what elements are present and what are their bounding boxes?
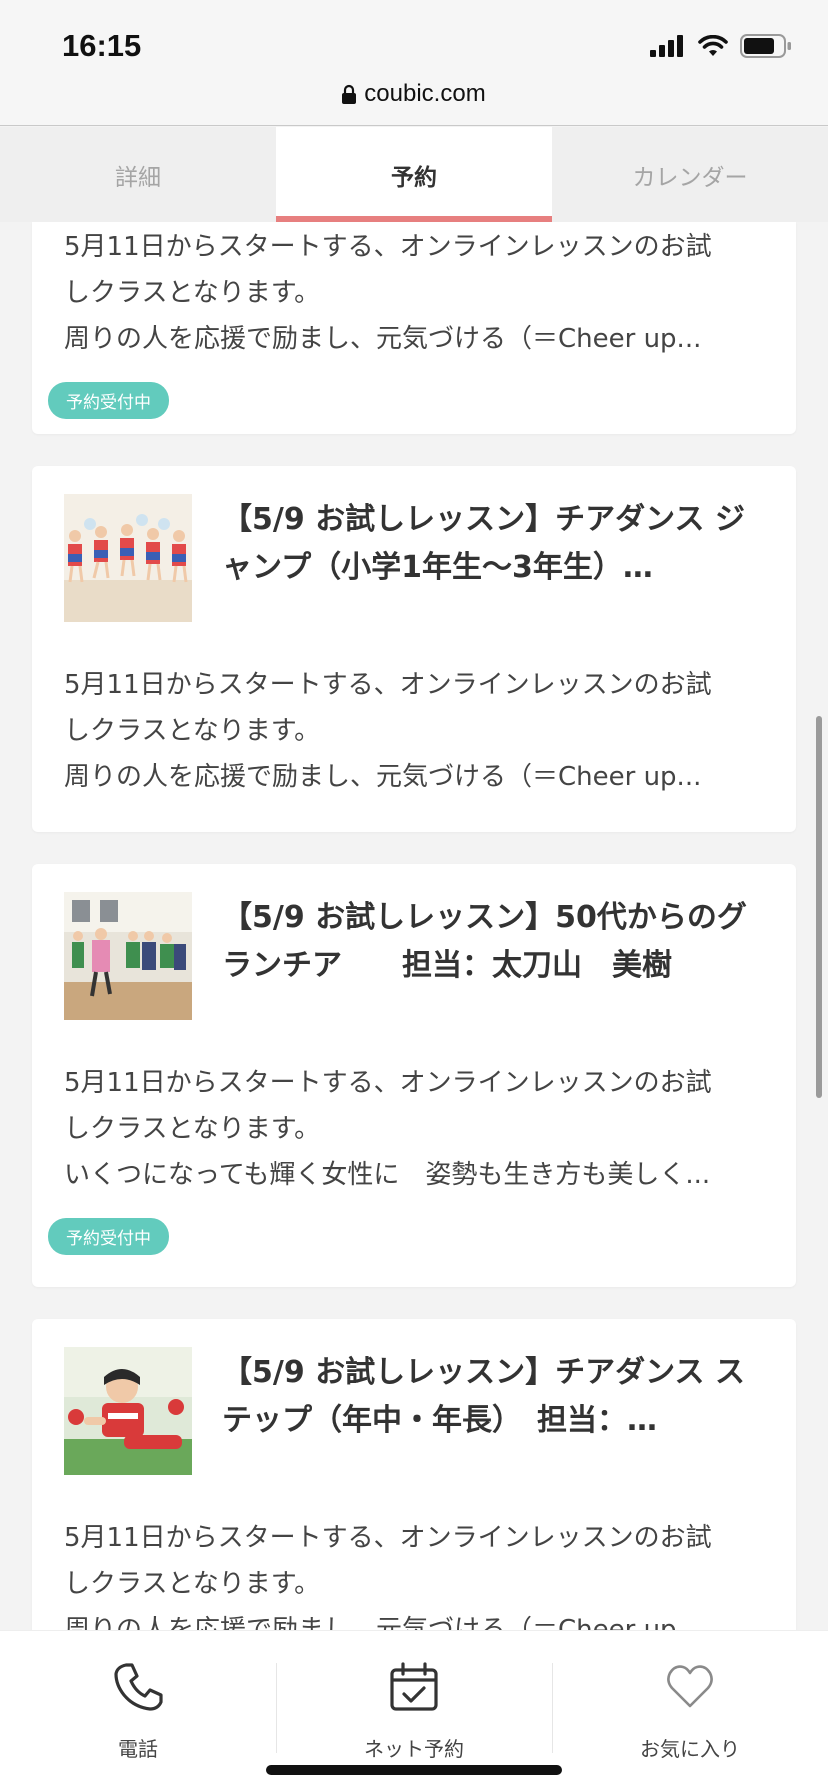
lesson-card[interactable]: 【5/9 お試しレッスン】チアダンス ジャンプ（小学1年生〜3年生）… 5月11… <box>32 466 796 832</box>
status-bar: 16:15 coubic.com <box>0 0 828 126</box>
status-icons <box>650 34 792 62</box>
nav-label: ネット予約 <box>364 1737 464 1761</box>
status-time: 16:15 <box>62 28 142 63</box>
lesson-thumbnail <box>64 892 192 1020</box>
app-screen: 16:15 coubic.com 詳細 予約 カレンダー 5月11日からスタート… <box>0 0 828 1792</box>
nav-label: 電話 <box>118 1737 158 1761</box>
description-line: いくつになっても輝く女性に 姿勢も生き方も美しく... <box>64 1160 711 1190</box>
lesson-title[interactable]: 【5/9 お試しレッスン】50代からのグランチア 担当：太刀山 美樹 <box>222 892 762 990</box>
description-line: 5月11日からスタートする、オンラインレッスンのお試 <box>64 1523 712 1553</box>
description-line: しクラスとなります。 <box>64 278 321 308</box>
lesson-title[interactable]: 【5/9 お試しレッスン】チアダンス ステップ（年中・年長） 担当：… <box>222 1347 762 1445</box>
phone-icon <box>112 1661 164 1717</box>
url-text: coubic.com <box>364 80 486 107</box>
tab-bar: 詳細 予約 カレンダー <box>0 127 828 222</box>
scrollbar[interactable] <box>816 716 822 1098</box>
battery-icon <box>740 34 792 62</box>
nav-label: お気に入り <box>640 1737 740 1761</box>
nav-phone[interactable]: 電話 <box>0 1631 276 1792</box>
lesson-thumbnail <box>64 1347 192 1475</box>
address-bar[interactable]: coubic.com <box>0 80 828 111</box>
description-line: しクラスとなります。 <box>64 716 321 746</box>
lesson-card[interactable]: 5月11日からスタートする、オンラインレッスンのお試 しクラスとなります。 周り… <box>32 222 796 434</box>
home-indicator[interactable] <box>266 1765 562 1775</box>
description-line: 周りの人を応援で励まし、元気づける（＝Cheer up... <box>64 324 702 354</box>
status-badge: 予約受付中 <box>48 382 169 419</box>
description-line: 5月11日からスタートする、オンラインレッスンのお試 <box>64 670 712 700</box>
description-line: 周りの人を応援で励まし、元気づける（＝Cheer up... <box>64 762 702 792</box>
lesson-list: 5月11日からスタートする、オンラインレッスンのお試 しクラスとなります。 周り… <box>32 222 796 1717</box>
lesson-card[interactable]: 【5/9 お試しレッスン】50代からのグランチア 担当：太刀山 美樹 5月11日… <box>32 864 796 1287</box>
description-line: 5月11日からスタートする、オンラインレッスンのお試 <box>64 1068 712 1098</box>
lock-icon <box>342 83 357 111</box>
tab-calendar[interactable]: カレンダー <box>552 127 828 222</box>
lesson-description: 5月11日からスタートする、オンラインレッスンのお試 しクラスとなります。 いく… <box>64 1060 764 1198</box>
signal-icon <box>650 35 686 61</box>
description-line: しクラスとなります。 <box>64 1114 321 1144</box>
calendar-check-icon <box>388 1661 440 1717</box>
description-line: 5月11日からスタートする、オンラインレッスンのお試 <box>64 232 712 262</box>
tab-reservation[interactable]: 予約 <box>276 127 552 222</box>
lesson-description: 5月11日からスタートする、オンラインレッスンのお試 しクラスとなります。 周り… <box>64 662 764 800</box>
status-badge: 予約受付中 <box>48 1218 169 1255</box>
lesson-description: 5月11日からスタートする、オンラインレッスンのお試 しクラスとなります。 周り… <box>64 222 764 362</box>
heart-icon <box>664 1661 716 1717</box>
lesson-title[interactable]: 【5/9 お試しレッスン】チアダンス ジャンプ（小学1年生〜3年生）… <box>222 494 762 592</box>
tab-details[interactable]: 詳細 <box>0 127 276 222</box>
lesson-thumbnail <box>64 494 192 622</box>
description-line: しクラスとなります。 <box>64 1569 321 1599</box>
wifi-icon <box>698 34 728 61</box>
nav-favorites[interactable]: お気に入り <box>552 1631 828 1792</box>
